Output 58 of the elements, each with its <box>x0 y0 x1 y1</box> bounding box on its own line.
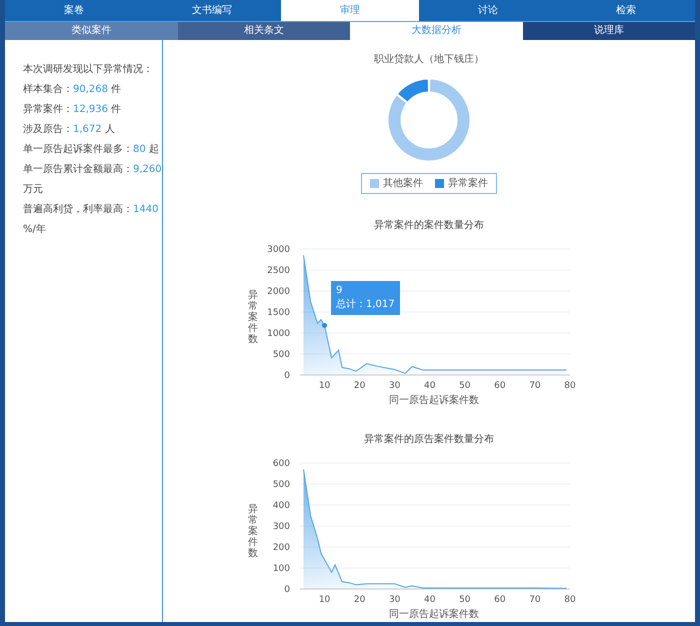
x-tick-label: 80 <box>564 595 576 605</box>
y-tick-label: 200 <box>272 543 290 553</box>
chart-title: 职业贷款人（地下钱庄） <box>374 52 484 67</box>
nav-tab[interactable]: 讨论 <box>419 0 557 21</box>
x-tick-label: 10 <box>318 381 330 391</box>
sub-tab[interactable]: 类似案件 <box>5 22 178 40</box>
y-tick-label: 300 <box>272 522 290 532</box>
summary-line: 样本集合：90,268 件 <box>23 82 122 97</box>
sub-tab[interactable]: 相关条文 <box>178 22 350 40</box>
x-tick-label: 10 <box>318 595 330 605</box>
x-tick-label: 40 <box>424 595 436 605</box>
y-tick-label: 100 <box>272 564 290 574</box>
nav-tab[interactable]: 文书编写 <box>143 0 281 21</box>
data-point <box>322 322 328 328</box>
tooltip-value: 总计：1,017 <box>336 298 395 312</box>
x-axis-label: 同一原告起诉案件数 <box>389 608 479 622</box>
x-tick-label: 60 <box>494 595 506 605</box>
legend-label: 其他案件 <box>383 176 423 191</box>
nav-tab[interactable]: 检索 <box>557 0 695 21</box>
sub-tab[interactable]: 说理库 <box>522 22 695 40</box>
x-tick-label: 20 <box>354 595 366 605</box>
y-axis-label: 异常案件数 <box>248 504 258 558</box>
x-tick-label: 50 <box>459 381 471 391</box>
y-tick-label: 0 <box>284 371 290 381</box>
y-tick-label: 1000 <box>267 329 290 339</box>
x-axis-label: 同一原告起诉案件数 <box>389 394 479 408</box>
summary-heading: 本次调研发现以下异常情况： <box>23 62 154 77</box>
y-axis-label: 异常案件数 <box>248 290 258 344</box>
y-tick-label: 2000 <box>267 287 290 297</box>
x-tick-label: 30 <box>388 595 400 605</box>
nav-tab[interactable]: 审理 <box>281 0 419 21</box>
y-tick-label: 2500 <box>267 266 290 276</box>
y-tick-label: 600 <box>272 459 290 469</box>
x-tick-label: 60 <box>494 381 506 391</box>
x-tick-label: 30 <box>388 381 400 391</box>
x-tick-label: 20 <box>354 381 366 391</box>
x-tick-label: 70 <box>529 595 541 605</box>
y-tick-label: 0 <box>284 585 290 595</box>
x-tick-label: 70 <box>529 381 541 391</box>
nav-tab[interactable]: 案卷 <box>5 0 143 21</box>
tooltip-title: 9 <box>336 284 344 298</box>
summary-line: 单一原告起诉案件最多：80 起 <box>23 142 160 157</box>
y-tick-label: 3000 <box>267 245 290 255</box>
summary-line: 异常案件：12,936 件 <box>23 102 122 117</box>
chart-title: 异常案件的案件数量分布 <box>374 218 484 233</box>
y-tick-label: 500 <box>272 350 290 360</box>
sub-tab[interactable]: 大数据分析 <box>350 22 522 40</box>
summary-line: 普遍高利贷，利率最高：1440 %/年 <box>23 202 160 237</box>
x-tick-label: 80 <box>564 381 576 391</box>
summary-line: 涉及原告：1,672 人 <box>23 122 116 137</box>
y-tick-label: 400 <box>272 501 290 511</box>
y-tick-label: 500 <box>272 480 290 490</box>
summary-line: 单一原告累计金额最高：9,260 万元 <box>23 162 162 197</box>
chart-title: 异常案件的原告案件数量分布 <box>364 432 494 447</box>
x-tick-label: 50 <box>459 595 471 605</box>
legend-label: 异常案件 <box>448 176 488 191</box>
x-tick-label: 40 <box>424 381 436 391</box>
y-tick-label: 1500 <box>267 308 290 318</box>
